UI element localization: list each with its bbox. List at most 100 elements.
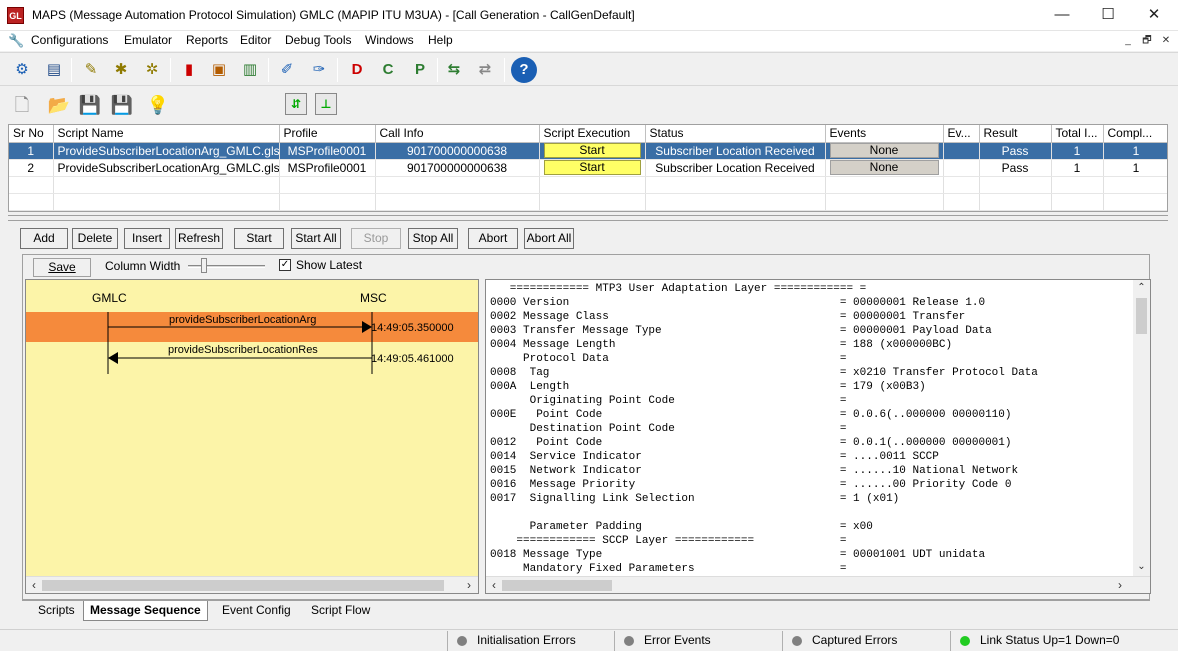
add-button[interactable]: Add	[20, 228, 68, 249]
empty-row	[9, 193, 1167, 211]
toolbar-separator	[71, 58, 72, 82]
disconnect-icon[interactable]: ⇄	[472, 57, 498, 83]
status-link[interactable]: Link Status Up=1 Down=0	[950, 631, 1170, 651]
message-label[interactable]: provideSubscriberLocationRes	[168, 344, 318, 356]
scroll-thumb[interactable]	[502, 580, 612, 591]
insert-button[interactable]: Insert	[124, 228, 170, 249]
col-header-total[interactable]: Total I...	[1051, 125, 1104, 143]
col-header-result[interactable]: Result	[979, 125, 1052, 143]
pane-splitter[interactable]	[8, 215, 1168, 221]
table-row[interactable]: 1 ProvideSubscriberLocationArg_GMLC.gls …	[9, 142, 1167, 160]
start-script-button[interactable]: Start	[543, 143, 641, 158]
save-ladder-button[interactable]: Save	[33, 258, 91, 277]
stop-button[interactable]: Stop	[351, 228, 401, 249]
delete-button[interactable]: Delete	[72, 228, 118, 249]
col-header-status[interactable]: Status	[645, 125, 826, 143]
decode-hscrollbar[interactable]: ‹ ›	[486, 576, 1150, 593]
doc-c-icon[interactable]: C	[375, 57, 401, 83]
save-as-icon[interactable]: 💾	[110, 93, 134, 117]
show-latest-checkbox[interactable]: ✓	[279, 259, 291, 271]
tree-layout-icon[interactable]: ⊥	[315, 93, 337, 115]
tab-event-config[interactable]: Event Config	[216, 601, 297, 621]
script-settings-icon[interactable]: ✎	[78, 57, 104, 83]
slider-thumb[interactable]	[201, 258, 207, 273]
menu-reports[interactable]: Reports	[186, 33, 228, 47]
status-error-events[interactable]: Error Events	[614, 631, 780, 651]
tab-message-sequence[interactable]: Message Sequence	[83, 601, 208, 621]
books-icon[interactable]: ▮	[176, 57, 202, 83]
message-timestamp: 14:49:05.461000	[371, 353, 454, 365]
menu-debug-tools[interactable]: Debug Tools	[285, 33, 352, 47]
app-logo-icon[interactable]: GL	[7, 7, 24, 24]
col-header-call-info[interactable]: Call Info	[375, 125, 540, 143]
ladder-hscrollbar[interactable]: ‹ ›	[26, 576, 478, 593]
menu-editor[interactable]: Editor	[240, 33, 271, 47]
connect-icon[interactable]: ⇆	[441, 57, 467, 83]
start-script-button[interactable]: Start	[543, 160, 641, 175]
tab-scripts[interactable]: Scripts	[32, 601, 81, 621]
minimize-button[interactable]: —	[1039, 0, 1085, 31]
table-row[interactable]: 2 ProvideSubscriberLocationArg_GMLC.gls …	[9, 159, 1167, 177]
mdi-minimize-button[interactable]: _	[1120, 34, 1136, 48]
decode-vscrollbar[interactable]: ⌃ ⌄	[1133, 280, 1150, 576]
ladder-canvas: GMLC MSC provideSubscriberLocationArg 14…	[26, 280, 478, 576]
abort-all-button[interactable]: Abort All	[524, 228, 574, 249]
pen-check-icon[interactable]: ✐	[274, 57, 300, 83]
close-button[interactable]: ✕	[1131, 0, 1177, 31]
lightbulb-icon[interactable]: 💡	[146, 93, 170, 117]
arrow-head-2	[108, 352, 118, 364]
start-all-button[interactable]: Start All	[291, 228, 341, 249]
briefcase-icon[interactable]: ▣	[206, 57, 232, 83]
col-header-srno[interactable]: Sr No	[9, 125, 54, 143]
col-header-profile[interactable]: Profile	[279, 125, 376, 143]
stop-all-button[interactable]: Stop All	[408, 228, 458, 249]
maximize-button[interactable]: ☐	[1085, 0, 1131, 31]
menu-emulator[interactable]: Emulator	[124, 33, 172, 47]
menu-windows[interactable]: Windows	[365, 33, 414, 47]
cell-script-execution: Start	[539, 142, 646, 160]
scroll-thumb[interactable]	[42, 580, 444, 591]
new-file-icon[interactable]: 🗋	[10, 93, 34, 117]
doc-p-icon[interactable]: P	[407, 57, 433, 83]
tab-script-flow[interactable]: Script Flow	[305, 601, 376, 621]
status-initialisation-errors[interactable]: Initialisation Errors	[447, 631, 613, 651]
column-width-slider[interactable]	[188, 265, 265, 268]
child-window-icon[interactable]: 🔧	[8, 33, 24, 49]
scroll-right-icon[interactable]: ›	[1113, 578, 1127, 592]
status-text: Error Events	[644, 633, 711, 647]
notepad-icon[interactable]: ▤	[41, 57, 67, 83]
col-header-script-execution[interactable]: Script Execution	[539, 125, 646, 143]
refresh-button[interactable]: Refresh	[175, 228, 223, 249]
scroll-left-icon[interactable]: ‹	[487, 578, 501, 592]
vertical-layout-icon[interactable]: ⇵	[285, 93, 307, 115]
open-folder-icon[interactable]: 📂	[47, 93, 71, 117]
col-header-events[interactable]: Events	[825, 125, 944, 143]
mdi-close-button[interactable]: ✕	[1158, 34, 1174, 48]
col-header-completed[interactable]: Compl...	[1103, 125, 1167, 143]
profile-settings-icon[interactable]: ✱	[108, 57, 134, 83]
status-captured-errors[interactable]: Captured Errors	[782, 631, 948, 651]
scroll-up-icon[interactable]: ⌃	[1134, 281, 1149, 295]
database-icon[interactable]: ▥	[237, 57, 263, 83]
abort-button[interactable]: Abort	[468, 228, 518, 249]
menu-configurations[interactable]: Configurations	[31, 33, 108, 47]
events-button[interactable]: None	[829, 160, 939, 175]
start-button[interactable]: Start	[234, 228, 284, 249]
scroll-right-icon[interactable]: ›	[462, 578, 476, 592]
gear-icon[interactable]: ⚙	[9, 57, 35, 83]
gear-pair-icon[interactable]: ✲	[139, 57, 165, 83]
col-header-ev[interactable]: Ev...	[943, 125, 980, 143]
menu-help[interactable]: Help	[428, 33, 453, 47]
tools-icon[interactable]: ✑	[306, 57, 332, 83]
scroll-left-icon[interactable]: ‹	[27, 578, 41, 592]
scroll-down-icon[interactable]: ⌄	[1134, 560, 1149, 574]
events-button[interactable]: None	[829, 143, 939, 158]
cell-total: 1	[1051, 159, 1104, 177]
help-icon[interactable]: ?	[511, 57, 537, 83]
scroll-thumb[interactable]	[1136, 298, 1147, 334]
mdi-restore-button[interactable]: 🗗	[1139, 34, 1155, 48]
save-icon[interactable]: 💾	[78, 93, 102, 117]
message-label[interactable]: provideSubscriberLocationArg	[169, 314, 316, 326]
doc-d-icon[interactable]: D	[344, 57, 370, 83]
col-header-script-name[interactable]: Script Name	[53, 125, 280, 143]
